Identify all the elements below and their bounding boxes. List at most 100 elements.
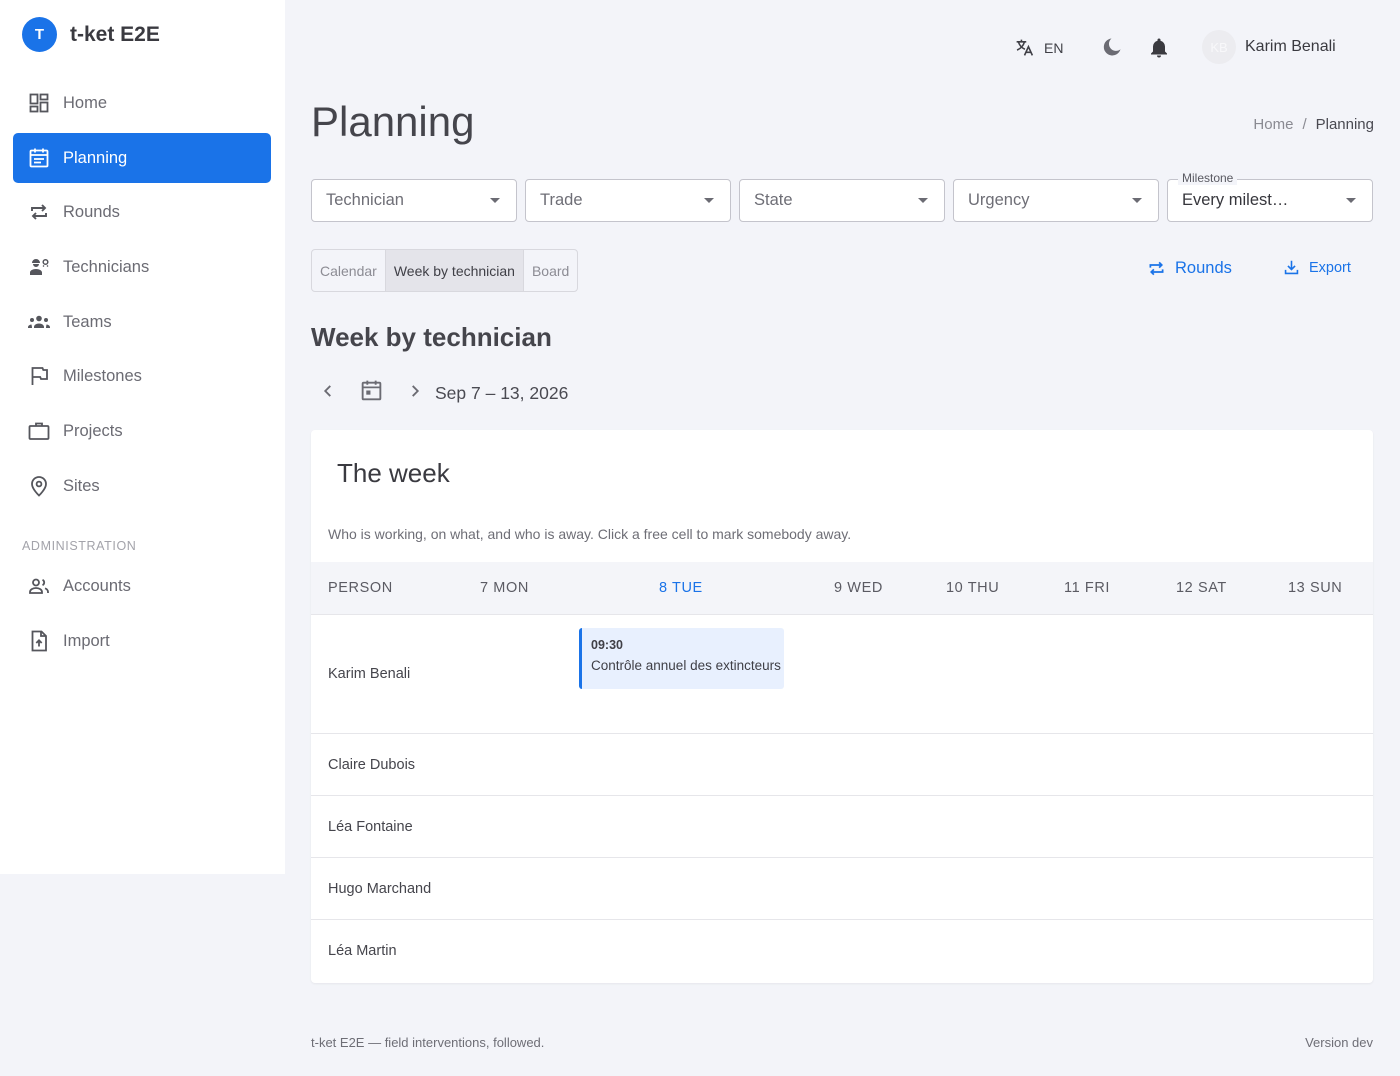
user-menu[interactable]: KB Karim Benali [1202, 30, 1336, 64]
brand-logo: T [22, 17, 57, 52]
table-row[interactable]: Léa Martin [311, 920, 1373, 983]
dropdown-arrow-icon [490, 198, 500, 203]
view-week-by-technician-button[interactable]: Week by technician [385, 250, 524, 291]
dropdown-arrow-icon [704, 198, 714, 203]
table-row[interactable]: Karim Benali [311, 615, 1373, 734]
sidebar-item-planning[interactable]: Planning [13, 133, 271, 183]
breadcrumb-home-link[interactable]: Home [1253, 116, 1293, 133]
breadcrumb: Home / Planning [1253, 116, 1374, 133]
view-board-button[interactable]: Board [524, 250, 577, 291]
technician-name: Claire Dubois [328, 757, 416, 773]
rounds-button[interactable]: Rounds [1146, 258, 1232, 279]
table-row[interactable]: Léa Fontaine [311, 796, 1373, 858]
technician-filter-label: Technician [326, 191, 404, 209]
export-button[interactable]: Export [1282, 258, 1351, 277]
sidebar-item-label: Planning [63, 148, 128, 167]
milestone-filter-value: Every milest… [1182, 191, 1289, 209]
column-header-day: 9 WED [834, 580, 883, 596]
sidebar: T t-ket E2E Home Planning Rounds Technic… [0, 0, 285, 874]
week-card-description: Who is working, on what, and who is away… [328, 526, 852, 542]
groups-icon [28, 315, 50, 328]
urgency-filter-label: Urgency [968, 191, 1030, 209]
brand[interactable]: T t-ket E2E [22, 17, 160, 52]
sidebar-item-teams[interactable]: Teams [13, 297, 271, 347]
sidebar-item-rounds[interactable]: Rounds [13, 187, 271, 237]
dashboard-icon [29, 93, 49, 113]
dark-mode-icon[interactable] [1099, 36, 1123, 60]
section-title: Week by technician [311, 322, 552, 352]
user-name: Karim Benali [1245, 38, 1336, 55]
repeat-icon [1149, 261, 1164, 276]
dropdown-arrow-icon [1132, 198, 1142, 203]
table-row[interactable]: Claire Dubois [311, 734, 1373, 796]
download-icon [1284, 260, 1299, 275]
sidebar-item-label: Milestones [63, 366, 142, 385]
rounds-button-label: Rounds [1175, 259, 1232, 277]
sidebar-item-home[interactable]: Home [13, 78, 271, 128]
week-card-title: The week [337, 458, 450, 488]
milestone-filter-select[interactable]: Milestone Every milest… [1167, 171, 1373, 222]
technician-name: Hugo Marchand [328, 881, 432, 897]
language-switcher[interactable]: EN [1014, 37, 1063, 58]
table-header: PERSON 7 MON 8 TUE 9 WED 10 THU 11 FRI 1… [311, 562, 1373, 615]
table-row[interactable]: Hugo Marchand [311, 858, 1373, 920]
trade-filter-select[interactable]: Trade [525, 179, 731, 222]
briefcase-icon [28, 422, 50, 440]
column-header-day: 13 SUN [1288, 580, 1343, 596]
view-toggle: Calendar Week by technician Board [311, 249, 579, 292]
sidebar-item-label: Rounds [63, 202, 120, 221]
column-header-day: 11 FRI [1064, 580, 1111, 596]
sidebar-item-label: Import [63, 631, 110, 650]
page-title: Planning [311, 98, 475, 145]
calendar-picker-icon[interactable] [359, 378, 384, 403]
brand-name: t-ket E2E [70, 22, 160, 46]
footer-version: Version dev [1305, 1035, 1373, 1050]
column-header-day: 10 THU [946, 580, 1000, 596]
notifications-bell-icon[interactable] [1147, 36, 1171, 60]
trade-filter-label: Trade [540, 191, 583, 209]
event-time: 09:30 [591, 638, 623, 652]
sidebar-item-projects[interactable]: Projects [13, 406, 271, 456]
state-filter-select[interactable]: State [739, 179, 945, 222]
technician-name: Karim Benali [328, 666, 411, 682]
location-pin-icon [31, 476, 47, 497]
sidebar-item-sites[interactable]: Sites [13, 461, 271, 511]
chevron-left-icon[interactable] [317, 380, 339, 402]
sidebar-item-label: Home [63, 93, 108, 112]
column-header-person: PERSON [328, 580, 393, 596]
export-button-label: Export [1309, 259, 1351, 276]
flag-icon [31, 367, 48, 385]
dropdown-arrow-icon [918, 198, 928, 203]
file-upload-icon [31, 630, 47, 652]
technician-filter-select[interactable]: Technician [311, 179, 517, 222]
sidebar-item-label: Projects [63, 421, 123, 440]
milestone-filter-label: Milestone [1178, 171, 1238, 185]
event-title: Contrôle annuel des extincteurs [591, 658, 781, 673]
sidebar-item-accounts[interactable]: Accounts [13, 561, 271, 611]
week-card: The week Who is working, on what, and wh… [311, 430, 1373, 983]
sidebar-item-label: Sites [63, 476, 100, 495]
calendar-icon [29, 148, 49, 168]
intervention-event[interactable]: 09:30 Contrôle annuel des extincteurs [579, 628, 784, 689]
sidebar-item-label: Teams [63, 312, 112, 331]
sidebar-item-import[interactable]: Import [13, 616, 271, 666]
technician-name: Léa Fontaine [328, 819, 413, 835]
people-icon [29, 578, 49, 594]
sidebar-item-milestones[interactable]: Milestones [13, 351, 271, 401]
admin-section-label: ADMINISTRATION [22, 539, 137, 553]
avatar: KB [1202, 30, 1236, 64]
week-navigation [317, 378, 426, 403]
repeat-icon [31, 204, 47, 220]
sidebar-item-technicians[interactable]: Technicians [13, 242, 271, 292]
view-calendar-button[interactable]: Calendar [312, 250, 386, 291]
chevron-right-icon[interactable] [404, 380, 426, 402]
column-header-day: 12 SAT [1176, 580, 1227, 596]
engineer-icon [30, 258, 49, 275]
breadcrumb-current: Planning [1315, 116, 1374, 133]
urgency-filter-select[interactable]: Urgency [953, 179, 1159, 222]
sidebar-item-label: Accounts [63, 576, 131, 595]
column-header-today: 8 TUE [659, 580, 703, 596]
language-label: EN [1044, 39, 1064, 56]
week-range: Sep 7 – 13, 2026 [435, 383, 569, 403]
state-filter-label: State [754, 191, 793, 209]
